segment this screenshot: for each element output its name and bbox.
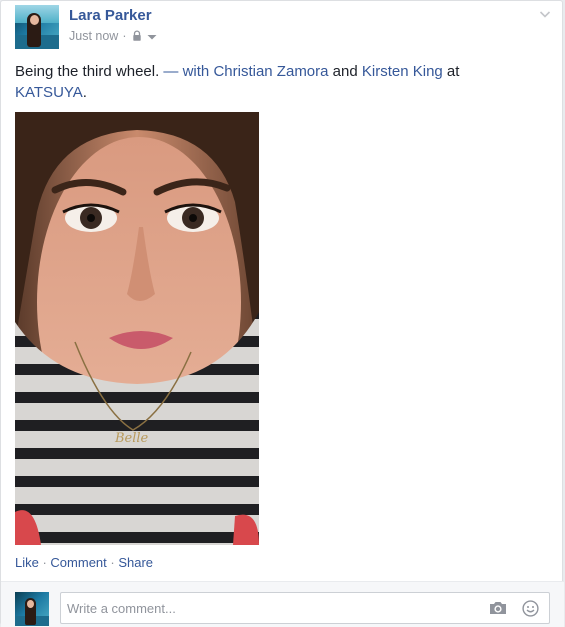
meta-separator: · — [122, 29, 127, 43]
comment-area — [1, 581, 564, 627]
post-meta: Just now · — [69, 29, 157, 43]
post-timestamp[interactable]: Just now — [69, 29, 118, 43]
post-photo[interactable]: Belle — [15, 112, 259, 545]
comment-box[interactable] — [60, 592, 550, 624]
actions-separator: · — [38, 555, 51, 570]
lock-icon[interactable] — [131, 30, 143, 42]
author-avatar[interactable] — [15, 5, 59, 49]
camera-icon[interactable] — [489, 600, 507, 616]
author-name[interactable]: Lara Parker — [69, 7, 152, 24]
comment-input[interactable] — [61, 593, 487, 623]
location-link[interactable]: KATSUYA — [15, 84, 83, 101]
actions-separator: · — [106, 555, 119, 570]
with-dash: — with — [159, 63, 214, 80]
commenter-avatar[interactable] — [15, 592, 49, 626]
avatar-face — [30, 15, 39, 25]
chevron-down-icon[interactable] — [538, 7, 552, 21]
at-text: at — [442, 63, 460, 80]
necklace-text: Belle — [114, 431, 149, 446]
post-actions: Like · Comment · Share — [15, 555, 153, 570]
post-card: Lara Parker Just now · Being the third w… — [0, 0, 564, 627]
like-button[interactable]: Like — [15, 555, 39, 570]
comment-button[interactable]: Comment — [50, 555, 106, 570]
and-text: and — [328, 63, 362, 80]
tagged-friend-kirsten[interactable]: Kirsten King — [362, 63, 443, 80]
tagged-friend-christian[interactable]: Christian Zamora — [213, 63, 328, 80]
status-period: . — [82, 84, 87, 101]
avatar-face — [27, 600, 34, 608]
emoji-icon[interactable] — [522, 600, 539, 617]
share-button[interactable]: Share — [118, 555, 153, 570]
caret-down-icon[interactable] — [147, 31, 157, 41]
status-text: Being the third wheel. — with Christian … — [15, 61, 535, 103]
status-message: Being the third wheel. — [15, 63, 160, 80]
